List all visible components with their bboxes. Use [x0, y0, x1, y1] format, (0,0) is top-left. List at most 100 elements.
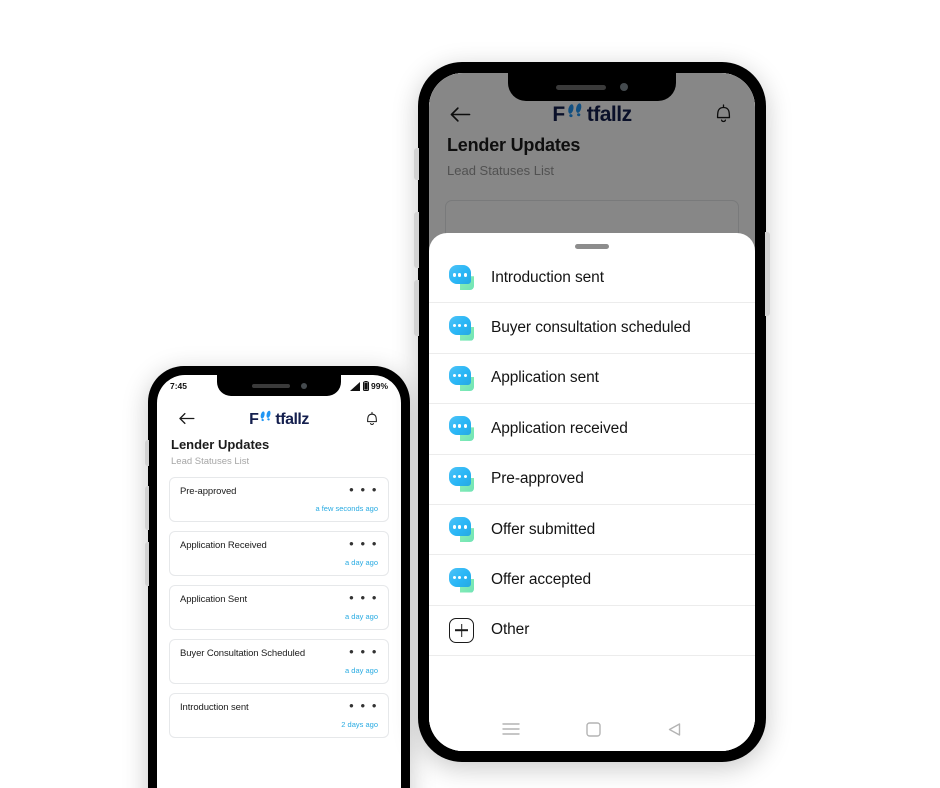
status-card-timestamp: a day ago: [345, 666, 378, 675]
overflow-menu-icon[interactable]: • • •: [349, 645, 378, 658]
status-option-row[interactable]: Buyer consultation scheduled: [429, 303, 755, 354]
status-option-label: Pre-approved: [491, 470, 584, 488]
status-card-top: Introduction sent • • •: [180, 699, 378, 713]
status-bar-indicators: 99%: [349, 381, 388, 391]
page-header-large: Lender Updates Lead Statuses List: [429, 129, 755, 178]
chat-bubble-dots: [452, 575, 468, 579]
logo-text-prefix: F: [249, 410, 259, 428]
drag-handle[interactable]: [575, 244, 609, 249]
side-button-silent-small[interactable]: [145, 440, 149, 466]
front-camera-icon: [620, 83, 628, 91]
status-card-top: Application Received • • •: [180, 537, 378, 551]
back-arrow-icon[interactable]: [173, 406, 199, 432]
status-card-title: Application Received: [180, 540, 267, 551]
status-option-row[interactable]: Offer submitted: [429, 505, 755, 556]
chat-bubble-dots: [452, 273, 468, 277]
status-option-label: Offer accepted: [491, 571, 591, 589]
status-card-timestamp: a day ago: [345, 612, 378, 621]
chat-bubble-icon: [449, 416, 474, 442]
logo-footprint-icon: [259, 409, 274, 424]
page-subtitle: Lead Statuses List: [171, 456, 250, 467]
back-arrow-icon[interactable]: [447, 101, 473, 127]
status-card-title: Buyer Consultation Scheduled: [180, 648, 306, 659]
chat-bubble-icon: [449, 517, 474, 543]
chat-bubble-icon: [449, 567, 474, 593]
chat-bubble-icon: [449, 265, 474, 291]
chat-bubble-icon: [449, 466, 474, 492]
status-card-list: Pre-approved • • • a few seconds ago Applic…: [157, 467, 401, 738]
screenshot-canvas: 7:45 99% F tfallz Lender Updates Lead St…: [0, 0, 940, 788]
battery-icon: [362, 381, 369, 391]
logo-text-suffix: tfallz: [586, 103, 632, 126]
status-option-label: Other: [491, 621, 530, 639]
chat-bubble-dots: [452, 525, 468, 529]
status-option-row[interactable]: Introduction sent: [429, 253, 755, 304]
earpiece-speaker-icon: [556, 84, 606, 90]
status-option-row[interactable]: Other: [429, 606, 755, 657]
phone-screen-large: F tfallz Lender Updates Lead Statuses Li…: [429, 73, 755, 751]
status-card-top: Application Sent • • •: [180, 591, 378, 605]
page-subtitle: Lead Statuses List: [447, 163, 554, 178]
status-card[interactable]: Introduction sent • • • 2 days ago: [169, 693, 389, 738]
status-card-timestamp: a day ago: [345, 558, 378, 567]
phone-screen-small: 7:45 99% F tfallz Lender Updates Lead St…: [157, 375, 401, 788]
side-button-volume-up-small[interactable]: [145, 486, 149, 530]
side-button-volume-down-large[interactable]: [414, 280, 419, 336]
status-option-list: Introduction sent Buyer consultation sche…: [429, 253, 755, 707]
logo-footprint-icon: [566, 101, 586, 121]
bell-icon[interactable]: [359, 406, 385, 432]
phone-mockup-large: F tfallz Lender Updates Lead Statuses Li…: [414, 62, 770, 762]
app-logo-large: F tfallz: [552, 101, 632, 127]
chat-bubble-dots: [452, 373, 468, 378]
page-title: Lender Updates: [171, 437, 270, 452]
overflow-menu-icon[interactable]: • • •: [349, 537, 378, 550]
status-option-row[interactable]: Application received: [429, 404, 755, 455]
chat-bubble-dots: [452, 424, 468, 428]
status-card[interactable]: Pre-approved • • • a few seconds ago: [169, 477, 389, 522]
overflow-menu-icon[interactable]: • • •: [349, 699, 378, 712]
overflow-menu-icon[interactable]: • • •: [349, 483, 378, 496]
bell-icon[interactable]: [711, 101, 737, 127]
signal-icon: [349, 381, 360, 391]
side-button-power-large[interactable]: [765, 232, 770, 316]
status-option-row[interactable]: Application sent: [429, 354, 755, 405]
chat-bubble-dots: [452, 323, 468, 327]
status-card[interactable]: Buyer Consultation Scheduled • • • a day a…: [169, 639, 389, 684]
notch-large: [508, 73, 676, 101]
logo-text-prefix: F: [552, 103, 565, 126]
android-navigation-bar: [429, 707, 755, 751]
status-option-label: Buyer consultation scheduled: [491, 319, 691, 337]
menu-icon[interactable]: [502, 722, 520, 736]
side-button-volume-up-large[interactable]: [414, 212, 419, 268]
status-card-top: Pre-approved • • •: [180, 483, 378, 497]
status-option-row[interactable]: Offer accepted: [429, 555, 755, 606]
side-button-volume-down-small[interactable]: [145, 542, 149, 586]
chat-bubble-dots: [452, 474, 468, 479]
square-icon[interactable]: [586, 721, 601, 737]
status-card[interactable]: Application Received • • • a day ago: [169, 531, 389, 576]
front-camera-icon: [300, 382, 307, 389]
notch-small: [217, 375, 341, 396]
bottom-sheet: Introduction sent Buyer consultation sche…: [429, 233, 755, 751]
status-card-top: Buyer Consultation Scheduled • • •: [180, 645, 378, 659]
plus-square-icon: [449, 617, 474, 643]
status-card-title: Pre-approved: [180, 486, 237, 497]
page-title: Lender Updates: [447, 135, 581, 155]
app-screen-large: F tfallz Lender Updates Lead Statuses Li…: [429, 73, 755, 751]
overflow-menu-icon[interactable]: • • •: [349, 591, 378, 604]
status-card-timestamp: 2 days ago: [341, 720, 378, 729]
logo-text-suffix: tfallz: [275, 410, 309, 428]
status-card-title: Application Sent: [180, 594, 248, 605]
side-button-silent-large[interactable]: [414, 148, 419, 180]
status-card[interactable]: Application Sent • • • a day ago: [169, 585, 389, 630]
battery-percent: 99%: [370, 381, 388, 391]
page-header-small: Lender Updates Lead Statuses List: [157, 433, 401, 467]
status-card-timestamp: a few seconds ago: [315, 504, 378, 513]
status-card-title: Introduction sent: [180, 702, 249, 713]
status-option-label: Introduction sent: [491, 268, 604, 286]
status-bar-time: 7:45: [170, 381, 188, 391]
triangle-back-icon[interactable]: [667, 722, 682, 737]
status-option-row[interactable]: Pre-approved: [429, 455, 755, 505]
chat-bubble-icon: [449, 315, 474, 341]
phone-mockup-small: 7:45 99% F tfallz Lender Updates Lead St…: [145, 366, 410, 788]
